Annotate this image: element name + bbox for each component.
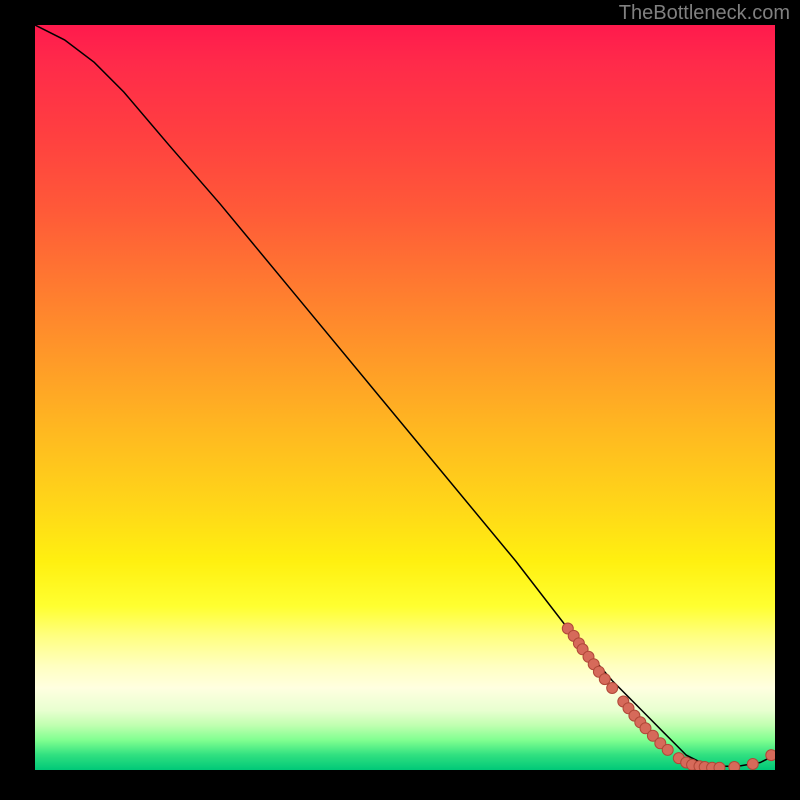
watermark-text: TheBottleneck.com: [619, 2, 790, 25]
bottleneck-curve: [35, 25, 775, 766]
chart-overlay: [35, 25, 775, 770]
data-point: [714, 762, 725, 770]
data-point: [662, 744, 673, 755]
data-point: [766, 750, 775, 761]
data-point: [599, 674, 610, 685]
data-points-group: [562, 623, 775, 770]
data-point: [729, 762, 740, 771]
chart-plot-area: [35, 25, 775, 770]
data-point: [607, 683, 618, 694]
data-point: [747, 759, 758, 770]
